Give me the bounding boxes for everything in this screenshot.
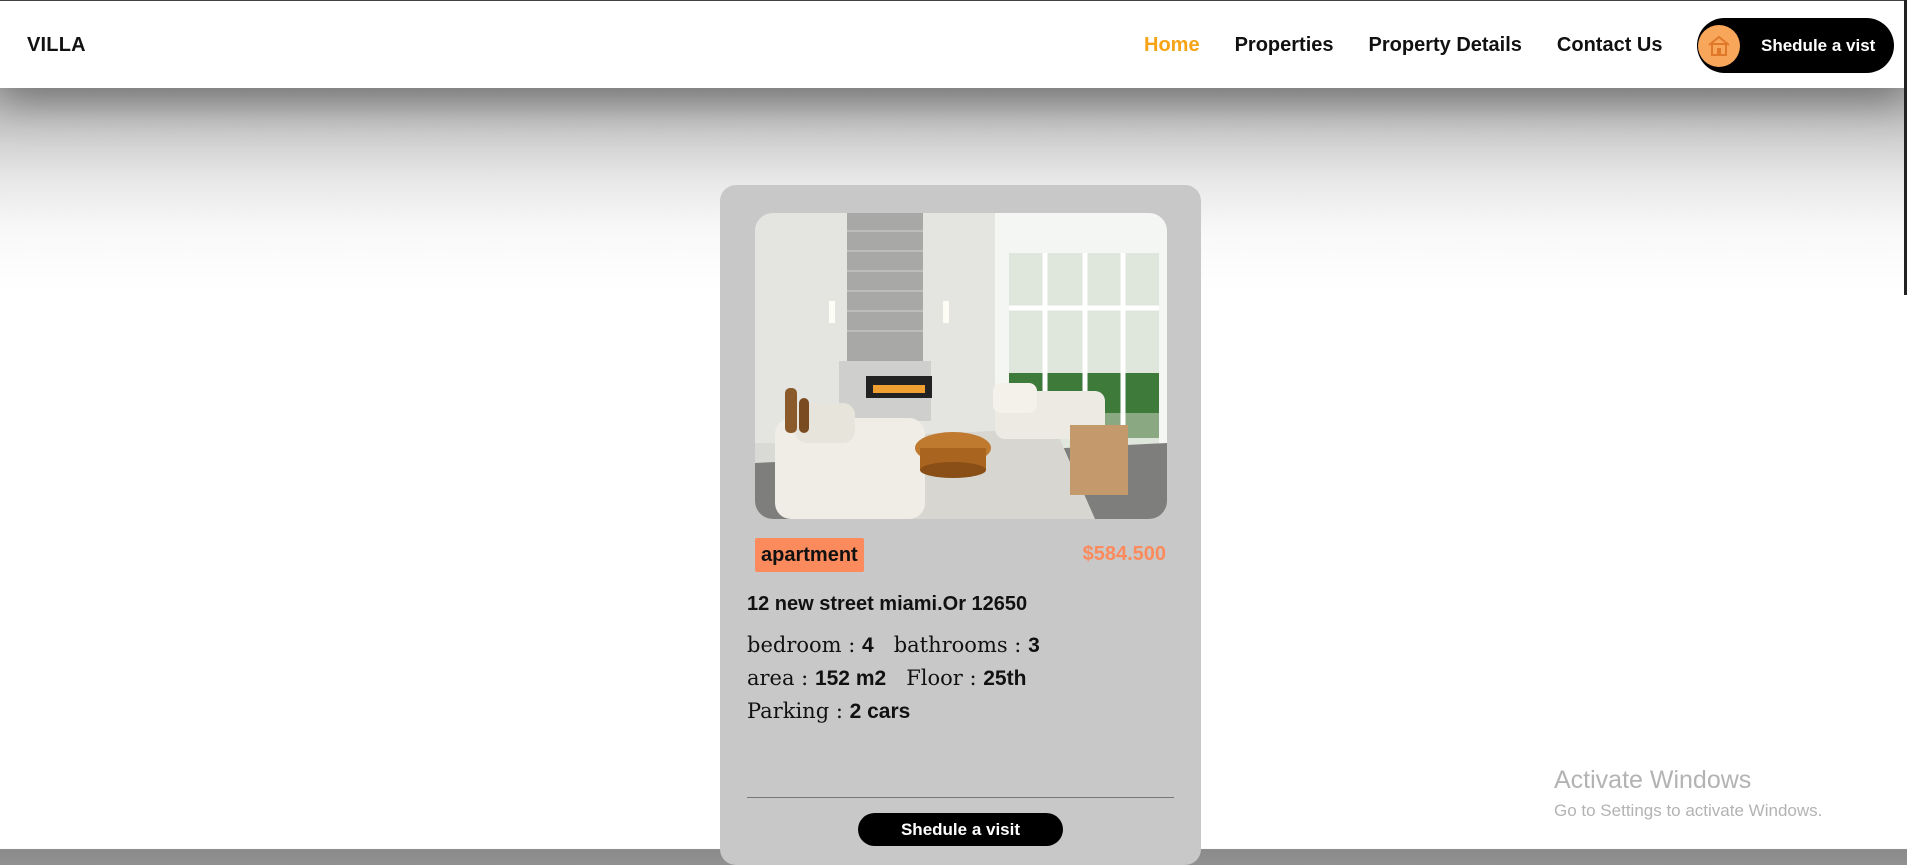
spec-bathrooms: bathrooms : 3 <box>893 633 1040 657</box>
spec-parking: Parking : 2 cars <box>747 699 911 723</box>
nav-property-details-link[interactable]: Property Details <box>1369 34 1522 57</box>
property-specs: bedroom : 4 bathrooms : 3 area : 152 m2 Fl… <box>747 629 1060 728</box>
schedule-visit-header-label: Shedule a vist <box>1761 35 1876 55</box>
nav-contact-us-link[interactable]: Contact Us <box>1557 34 1663 57</box>
property-type-badge: apartment <box>755 538 864 572</box>
property-card: apartment $584.500 12 new street miami.O… <box>720 185 1201 865</box>
brand-logo[interactable]: VILLA <box>27 34 86 57</box>
card-divider <box>747 797 1174 798</box>
property-price: $584.500 <box>1082 543 1166 565</box>
specs-row-parking: Parking : 2 cars <box>747 695 1060 728</box>
property-photo <box>755 213 1167 519</box>
house-icon <box>1698 24 1740 67</box>
nav-home-link[interactable]: Home <box>1144 34 1200 57</box>
schedule-visit-header-button[interactable]: Shedule a vist <box>1697 18 1894 73</box>
main-nav: Home Properties Property Details Contact… <box>1144 34 1697 57</box>
spec-floor: Floor : 25th <box>906 666 1027 690</box>
specs-row-rooms: bedroom : 4 bathrooms : 3 <box>747 629 1060 662</box>
property-address: 12 new street miami.Or 12650 <box>747 593 1028 615</box>
spec-area: area : 152 m2 <box>747 666 887 690</box>
watermark-subtitle: Go to Settings to activate Windows. <box>1554 801 1823 820</box>
nav-properties-link[interactable]: Properties <box>1235 34 1334 57</box>
spec-bedroom: bedroom : 4 <box>747 633 874 657</box>
navbar: VILLA Home Properties Property Details C… <box>0 0 1907 88</box>
watermark-title: Activate Windows <box>1554 766 1752 794</box>
schedule-visit-card-button[interactable]: Shedule a visit <box>858 813 1063 846</box>
windows-activation-watermark: Activate Windows Go to Settings to activ… <box>1554 766 1822 821</box>
specs-row-area: area : 152 m2 Floor : 25th <box>747 662 1060 695</box>
